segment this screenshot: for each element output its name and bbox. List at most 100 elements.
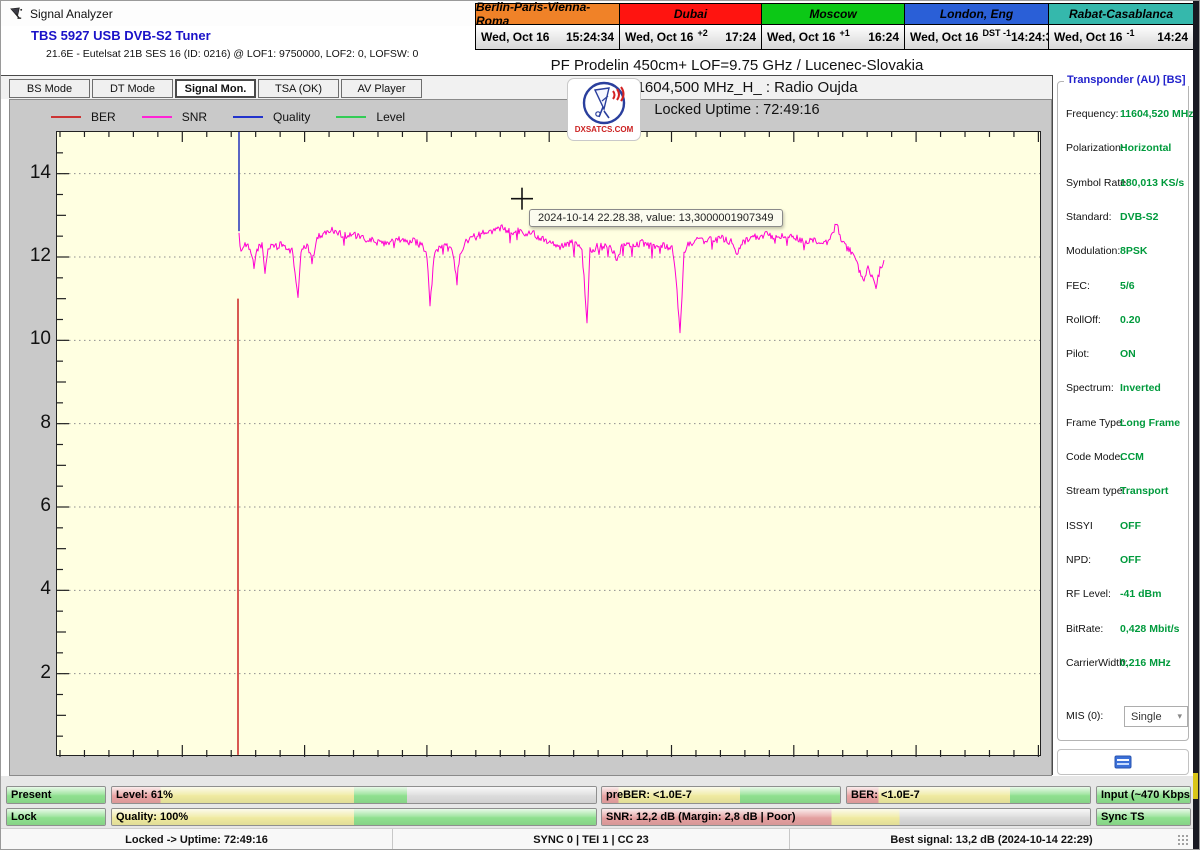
statusbar-section-2: Best signal: 13,2 dB (2024-10-14 22:29)	[890, 834, 1093, 846]
meter-label: BER: <1.0E-7	[851, 789, 920, 801]
horizontal-divider	[1, 75, 1052, 76]
clock-time: 14:24	[1157, 30, 1188, 44]
transponder-panel: Transponder (AU) [BS] Frequency: 11604,52…	[1057, 74, 1194, 741]
clock-time-row: Wed, Oct 16 DST -1 14:24:34	[905, 25, 1059, 49]
transponder-value: -41 dBm	[1120, 588, 1162, 601]
legend-label: BER	[91, 110, 116, 124]
transponder-value: Inverted	[1120, 382, 1161, 395]
transponder-row-9: Frame Type: Long Frame	[1066, 417, 1184, 429]
legend-swatch-level	[336, 116, 367, 118]
logo-text: DXSATCS.COM	[574, 125, 634, 134]
meter-syncts: Sync TS	[1096, 808, 1191, 826]
chevron-down-icon: ▾	[1177, 711, 1182, 721]
meter-label: Lock	[11, 811, 37, 823]
transponder-label: Code Mode:	[1066, 451, 1124, 463]
signal-analyzer-window: Signal Analyzer Berlin-Paris-Vienna-Roma…	[0, 0, 1200, 850]
transponder-value: 11604,520 MHz	[1120, 108, 1194, 120]
meter-label: Quality: 100%	[116, 811, 189, 823]
antenna-info-line: PF Prodelin 450cm+ LOF=9.75 GHz / Lucene…	[550, 57, 924, 74]
y-tick-label-4: 4	[40, 578, 51, 600]
export-button[interactable]	[1057, 749, 1189, 775]
transponder-value: 0,428 Mbit/s	[1120, 622, 1180, 635]
tuner-name: TBS 5927 USB DVB-S2 Tuner	[31, 28, 211, 43]
transponder-value: 0,216 MHz	[1120, 656, 1171, 669]
transponder-value: Long Frame	[1120, 416, 1181, 429]
transponder-row-7: Pilot: ON	[1066, 348, 1184, 360]
clock-date: Wed, Oct 16	[767, 30, 836, 44]
resize-grip[interactable]	[1177, 834, 1189, 846]
y-tick-label-10: 10	[29, 328, 51, 350]
legend-item-snr: SNR	[141, 110, 208, 124]
clock-city-label: Dubai	[620, 4, 761, 25]
legend-item-level: Level	[336, 110, 405, 124]
background-window-edge	[1193, 1, 1199, 849]
clock-moscow: Moscow Wed, Oct 16 +1 16:24	[762, 4, 905, 49]
meter-label: Input (~470 Kbps)	[1101, 789, 1191, 801]
export-list-icon	[1114, 755, 1132, 769]
signal-chart-plot[interactable]: 2024-10-14 22.28.38, value: 13,300000190…	[56, 131, 1041, 757]
mis-selected-value: Single	[1131, 710, 1162, 723]
meter-label: SNR: 12,2 dB (Margin: 2,8 dB | Poor)	[606, 811, 796, 823]
tab-bs-mode[interactable]: BS Mode	[9, 79, 90, 98]
y-tick-label-14: 14	[29, 161, 51, 183]
transponder-row-mis: MIS (0): Single ▾	[1066, 706, 1188, 727]
window-title: Signal Analyzer	[30, 6, 113, 21]
statusbar-section-1: SYNC 0 | TEI 1 | CC 23	[393, 829, 790, 849]
tab-av-player[interactable]: AV Player	[341, 79, 422, 98]
clock-time-row: Wed, Oct 16 -1 14:24	[1049, 25, 1193, 49]
app-dish-icon	[10, 7, 23, 19]
dxsatcs-logo: DXSATCS.COM	[567, 78, 641, 141]
transponder-label: Pilot:	[1066, 348, 1090, 361]
clock-dubai: Dubai Wed, Oct 16 +2 17:24	[620, 4, 762, 49]
statusbar-section-0: Locked -> Uptime: 72:49:16	[1, 829, 393, 849]
transponder-row-14: RF Level: -41 dBm	[1066, 588, 1184, 600]
clock-date: Wed, Oct 16	[1054, 30, 1123, 44]
clock-time-row: Wed, Oct 16 +1 16:24	[762, 25, 904, 49]
vertical-divider	[1052, 75, 1053, 775]
transponder-value: DVB-S2	[1120, 210, 1159, 223]
clock-time: 16:24	[868, 30, 899, 44]
transponder-label: RollOff:	[1066, 313, 1101, 326]
transponder-row-16: CarrierWidth: 0,216 MHz	[1066, 657, 1184, 669]
transponder-label: MIS (0):	[1066, 710, 1104, 722]
tab-dt-mode[interactable]: DT Mode	[92, 79, 173, 98]
mis-select[interactable]: Single ▾	[1124, 706, 1188, 727]
transponder-value: 8PSK	[1120, 245, 1148, 258]
mode-tabs: BS Mode DT Mode Signal Mon. TSA (OK) AV Play…	[9, 79, 422, 98]
meter-preber: preBER: <1.0E-7	[601, 786, 841, 804]
meter-label: Sync TS	[1101, 811, 1145, 823]
transponder-panel-title: Transponder (AU) [BS]	[1064, 74, 1189, 86]
transponder-value: 180,013 KS/s	[1120, 176, 1185, 189]
legend-label: SNR	[181, 110, 208, 124]
tuner-details: 21.6E - Eutelsat 21B SES 16 (ID: 0216) @…	[46, 48, 419, 60]
tab-tsa-ok-[interactable]: TSA (OK)	[258, 79, 339, 98]
transponder-label: Standard:	[1066, 210, 1112, 223]
clock-time-row: Wed, Oct 16 15:24:34	[476, 25, 619, 49]
clock-date: Wed, Oct 16	[625, 30, 694, 44]
clock-time: 15:24:34	[565, 30, 614, 44]
y-tick-label-6: 6	[40, 495, 51, 516]
clock-london-eng: London, Eng Wed, Oct 16 DST -1 14:24:34	[905, 4, 1059, 49]
chart-legend: BER SNR Quality Level	[51, 110, 405, 124]
y-tick-label-2: 2	[40, 661, 51, 683]
clock-utc-offset: +2	[697, 28, 708, 38]
chart-tooltip: 2024-10-14 22.28.38, value: 13,300000190…	[529, 209, 783, 227]
legend-label: Level	[376, 110, 406, 124]
tab-signal-mon-[interactable]: Signal Mon.	[175, 79, 256, 98]
meter-present: Present	[6, 786, 106, 804]
transponder-label: Frequency:	[1066, 108, 1119, 120]
transponder-row-6: RollOff: 0.20	[1066, 314, 1184, 326]
world-clocks: Berlin-Paris-Vienna-Roma Wed, Oct 16 15:24…	[475, 1, 1194, 50]
clock-time: 17:24	[725, 30, 756, 44]
clock-date: Wed, Oct 16	[481, 30, 550, 44]
meter-snr: SNR: 12,2 dB (Margin: 2,8 dB | Poor)	[601, 808, 1091, 826]
transponder-label: CarrierWidth:	[1066, 656, 1128, 669]
clock-utc-offset: DST -1	[982, 28, 1011, 38]
transponder-row-8: Spectrum: Inverted	[1066, 382, 1184, 394]
legend-swatch-ber	[51, 116, 81, 118]
clock-utc-offset: +1	[839, 28, 850, 38]
y-tick-label-12: 12	[29, 245, 51, 266]
transponder-label: NPD:	[1066, 553, 1092, 566]
transponder-label: FEC:	[1066, 279, 1090, 292]
clock-date: Wed, Oct 16	[910, 30, 979, 44]
